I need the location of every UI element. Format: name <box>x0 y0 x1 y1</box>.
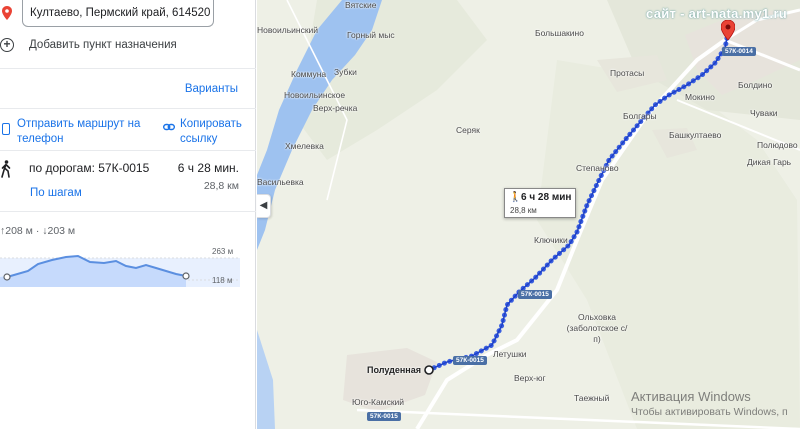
destination-marker-icon[interactable] <box>721 20 735 40</box>
divider <box>0 211 256 212</box>
divider <box>0 68 256 69</box>
route-info-callout[interactable]: 🚶 6 ч 28 мин 28,8 км <box>504 188 576 218</box>
activation-subtitle: Чтобы активировать Windows, п <box>631 406 788 418</box>
add-destination-label: Добавить пункт назначения <box>29 39 177 51</box>
place-label: Хмелевка <box>285 141 324 151</box>
callout-duration: 6 ч 28 мин <box>521 192 572 203</box>
place-label: Чуваки <box>750 108 778 118</box>
place-label: Болдино <box>738 80 773 90</box>
place-label: Васильевка <box>257 177 304 187</box>
place-label: Юго-Камский <box>352 397 405 407</box>
start-place-label: Полуденная <box>367 365 421 375</box>
route-name: по дорогам: 57К-0015 <box>29 161 150 175</box>
place-label: Новоильинский <box>257 25 319 35</box>
place-label: Зубки <box>334 67 357 77</box>
chevron-left-icon: ◀ <box>259 200 268 211</box>
place-label: Таежный <box>574 393 610 403</box>
road-number-badge: 57К-0015 <box>518 290 552 299</box>
add-circle-icon: + <box>0 38 14 52</box>
windows-activation-notice: Активация Windows Чтобы активировать Win… <box>631 389 788 418</box>
directions-panel: Култаево, Пермский край, 614520 + Добави… <box>0 0 256 429</box>
elevation-min-label: 118 м <box>212 276 232 285</box>
river-inlet <box>257 330 275 429</box>
route-duration: 6 ч 28 мин. <box>177 161 239 175</box>
destination-pin-icon <box>2 6 12 20</box>
place-label: Горный мыс <box>347 30 395 40</box>
elevation-end-marker <box>182 272 190 280</box>
elevation-summary: ↑208 м · ↓203 м <box>0 225 256 239</box>
collapse-panel-button[interactable]: ◀ <box>257 194 271 218</box>
share-row: Отправить маршрут на телефон Копировать … <box>0 110 256 154</box>
link-icon <box>163 123 175 131</box>
place-label: Верх-речка <box>313 103 358 113</box>
place-label: Коммуна <box>291 69 327 79</box>
callout-distance: 28,8 км <box>510 206 537 215</box>
phone-icon <box>2 123 10 135</box>
place-label: Большакино <box>535 28 584 38</box>
copy-link-button[interactable]: Копировать ссылку <box>180 117 250 147</box>
route-option[interactable]: по дорогам: 57К-0015 6 ч 28 мин. 28,8 км… <box>0 160 256 204</box>
place-label: Новоильинское <box>284 90 346 100</box>
place-label: Дикая Гарь <box>747 157 792 167</box>
divider <box>0 150 256 151</box>
place-label: Серяк <box>456 125 480 135</box>
elevation-profile-chart: 263 м 118 м <box>0 247 240 287</box>
place-label: Болгары <box>623 111 657 121</box>
add-destination-row[interactable]: + Добавить пункт назначения <box>0 36 256 56</box>
destination-row: Култаево, Пермский край, 614520 <box>0 0 256 30</box>
road-number-badge: 57К-0015 <box>453 356 487 365</box>
route-start-marker[interactable] <box>424 365 434 375</box>
place-label: Степаново <box>576 163 619 173</box>
divider <box>0 108 256 109</box>
place-label: Мокино <box>685 92 715 102</box>
elevation-max-label: 263 м <box>212 247 233 256</box>
place-label: Полюдово <box>757 140 798 150</box>
elevation-start-marker <box>3 273 11 281</box>
place-label: Башкултаево <box>669 130 722 140</box>
road-number-badge: 57К-0015 <box>367 412 401 421</box>
place-label: Вятские <box>345 0 377 10</box>
step-by-step-link[interactable]: По шагам <box>30 187 82 199</box>
send-to-phone-button[interactable]: Отправить маршрут на телефон <box>17 117 147 147</box>
destination-input[interactable]: Култаево, Пермский край, 614520 <box>22 0 214 27</box>
walking-icon <box>1 160 11 178</box>
place-label: Ольховка (заболотское с/п) <box>566 312 628 344</box>
place-label: Протасы <box>610 68 645 78</box>
options-button[interactable]: Варианты <box>185 83 238 95</box>
watermark-text: сайт - art-nata.my1.ru <box>646 6 788 21</box>
place-label: Ключики <box>534 235 568 245</box>
road-number-badge: 57К-0014 <box>722 47 756 56</box>
route-distance: 28,8 км <box>203 180 239 192</box>
place-label: Верх-юг <box>514 373 546 383</box>
elevation-gain-loss: ↑208 м · ↓203 м <box>0 225 76 237</box>
activation-title: Активация Windows <box>631 389 751 404</box>
place-label: Летушки <box>493 349 527 359</box>
walking-icon: 🚶 <box>509 192 522 203</box>
